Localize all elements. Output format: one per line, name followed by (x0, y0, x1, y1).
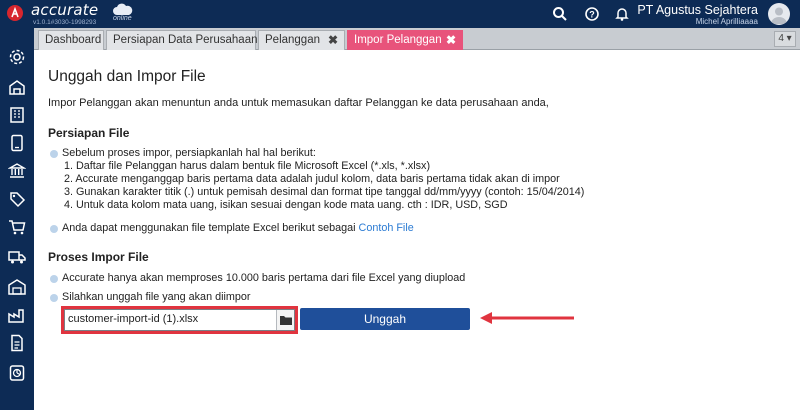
bullet-icon (50, 225, 58, 233)
tag-icon[interactable] (8, 190, 26, 208)
bell-icon[interactable] (614, 6, 630, 22)
top-header: accurate online v1.0.1#3030-1998293 ? PT… (0, 0, 800, 28)
prep-step-4: 4. Untuk data kolom mata uang, isikan se… (64, 199, 508, 211)
tab-persiapan-data-perusahaan[interactable]: Persiapan Data Perusahaan (106, 30, 258, 50)
warehouse-icon[interactable] (8, 278, 26, 296)
file-input[interactable]: customer-import-id (1).xlsx (64, 309, 295, 331)
main-content: Unggah dan Impor File Impor Pelanggan ak… (34, 50, 800, 410)
avatar[interactable] (768, 3, 790, 25)
sidebar (0, 28, 34, 410)
page-title: Unggah dan Impor File (48, 68, 206, 85)
sample-file-link[interactable]: Contoh File (359, 222, 414, 234)
prep-step-2: 2. Accurate menganggap baris pertama dat… (64, 173, 560, 185)
bullet-icon (50, 275, 58, 283)
process-bullet-2: Silahkan unggah file yang akan diimpor (62, 291, 251, 303)
tab-label: Impor Pelanggan (354, 34, 442, 46)
arrow-icon (480, 312, 574, 324)
tab-dashboard[interactable]: Dashboard (38, 30, 104, 50)
template-note: Anda dapat menggunakan file template Exc… (62, 222, 414, 234)
process-bullet-1: Accurate hanya akan memproses 10.000 bar… (62, 272, 466, 284)
upload-button[interactable]: Unggah (300, 308, 470, 330)
tab-label: Pelanggan (265, 34, 320, 46)
prep-step-3: 3. Gunakan karakter titik (.) untuk pemi… (64, 186, 585, 198)
close-icon[interactable]: ✖ (446, 31, 456, 49)
phone-icon[interactable] (8, 134, 26, 152)
tab-bar: Dashboard Persiapan Data Perusahaan Pela… (34, 28, 800, 50)
version-text: v1.0.1#3030-1998293 (33, 19, 97, 26)
factory-icon[interactable] (8, 306, 26, 324)
logo-text: accurate (31, 1, 99, 19)
cart-icon[interactable] (8, 218, 26, 236)
browse-button[interactable] (276, 310, 294, 330)
company-icon[interactable] (8, 78, 26, 96)
report-icon[interactable] (8, 364, 26, 382)
section-title-proses: Proses Impor File (48, 250, 149, 264)
bank-icon[interactable] (8, 162, 26, 180)
section-title-persiapan: Persiapan File (48, 126, 130, 140)
search-icon[interactable] (552, 6, 568, 22)
tab-impor-pelanggan[interactable]: Impor Pelanggan ✖ (347, 30, 463, 50)
user-name: Michel Aprilliaaaa (695, 17, 758, 26)
template-text: Anda dapat menggunakan file template Exc… (62, 222, 359, 234)
company-name[interactable]: PT Agustus Sejahtera (637, 3, 758, 17)
logo-sub: online (113, 15, 132, 22)
tab-count-dropdown[interactable]: 4 ▾ (774, 31, 796, 47)
prep-bullet-text: Sebelum proses impor, persiapkanlah hal … (62, 147, 316, 159)
building-icon[interactable] (8, 106, 26, 124)
settings-icon[interactable] (8, 48, 26, 66)
folder-icon (280, 316, 292, 325)
tab-pelanggan[interactable]: Pelanggan ✖ (258, 30, 345, 50)
prep-step-1: 1. Daftar file Pelanggan harus dalam ben… (64, 160, 431, 172)
tab-label: Persiapan Data Perusahaan (113, 34, 258, 46)
tab-count: 4 (778, 33, 784, 44)
intro-text: Impor Pelanggan akan menuntun anda untuk… (48, 97, 549, 109)
tab-label: Dashboard (45, 34, 102, 46)
bullet-icon (50, 294, 58, 302)
document-icon[interactable] (8, 334, 26, 352)
help-icon[interactable]: ? (584, 6, 600, 22)
bullet-icon (50, 150, 58, 158)
truck-icon[interactable] (8, 248, 26, 266)
svg-text:?: ? (589, 9, 595, 19)
close-icon[interactable]: ✖ (328, 31, 338, 49)
accurate-logo-icon (7, 5, 23, 21)
file-name: customer-import-id (1).xlsx (68, 313, 199, 325)
